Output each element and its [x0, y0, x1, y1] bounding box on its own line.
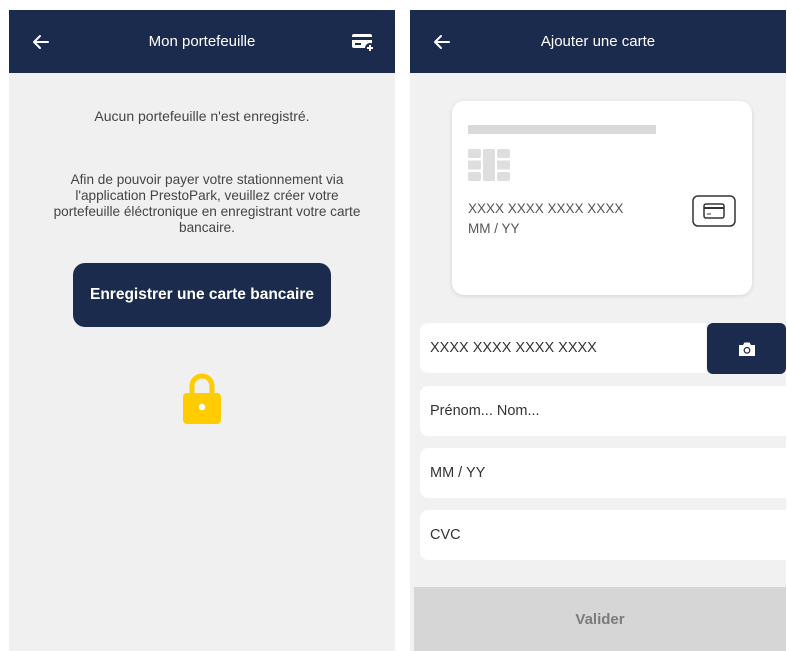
credit-card-icon — [692, 195, 736, 227]
empty-wallet-message: Aucun portefeuille n'est enregistré. — [94, 108, 310, 124]
chip-icon — [468, 149, 510, 181]
card-preview: XXXX XXXX XXXX XXXX MM / YY — [452, 101, 752, 295]
back-arrow-icon[interactable] — [432, 32, 452, 52]
card-name-stripe — [468, 125, 656, 134]
add-card-page-title: Ajouter une carte — [540, 33, 656, 50]
lock-icon — [183, 373, 221, 424]
scan-card-button[interactable] — [707, 323, 786, 374]
cvc-input[interactable]: CVC — [420, 510, 786, 560]
validate-button[interactable]: Valider — [414, 587, 786, 651]
cardholder-name-input[interactable]: Prénom... Nom... — [420, 386, 786, 436]
back-arrow-icon[interactable] — [31, 32, 51, 52]
camera-icon — [738, 342, 755, 356]
card-number-input[interactable]: XXXX XXXX XXXX XXXX — [420, 323, 706, 373]
card-expiry-preview: MM / YY — [468, 221, 520, 236]
wallet-page-title: Mon portefeuille — [148, 33, 256, 50]
expiry-date-input[interactable]: MM / YY — [420, 448, 786, 498]
add-card-app-bar: Ajouter une carte — [410, 10, 786, 73]
card-number-preview: XXXX XXXX XXXX XXXX — [468, 201, 624, 216]
add-card-icon[interactable] — [351, 32, 375, 54]
add-card-screen: Ajouter une carte XXXX XXXX XXXX XXXX MM… — [410, 10, 786, 651]
wallet-screen: Mon portefeuille Aucun portefeuille n'es… — [9, 10, 395, 651]
wallet-app-bar: Mon portefeuille — [9, 10, 395, 73]
wallet-info-message: Afin de pouvoir payer votre stationnemen… — [53, 172, 361, 235]
register-card-button[interactable]: Enregistrer une carte bancaire — [73, 263, 331, 327]
